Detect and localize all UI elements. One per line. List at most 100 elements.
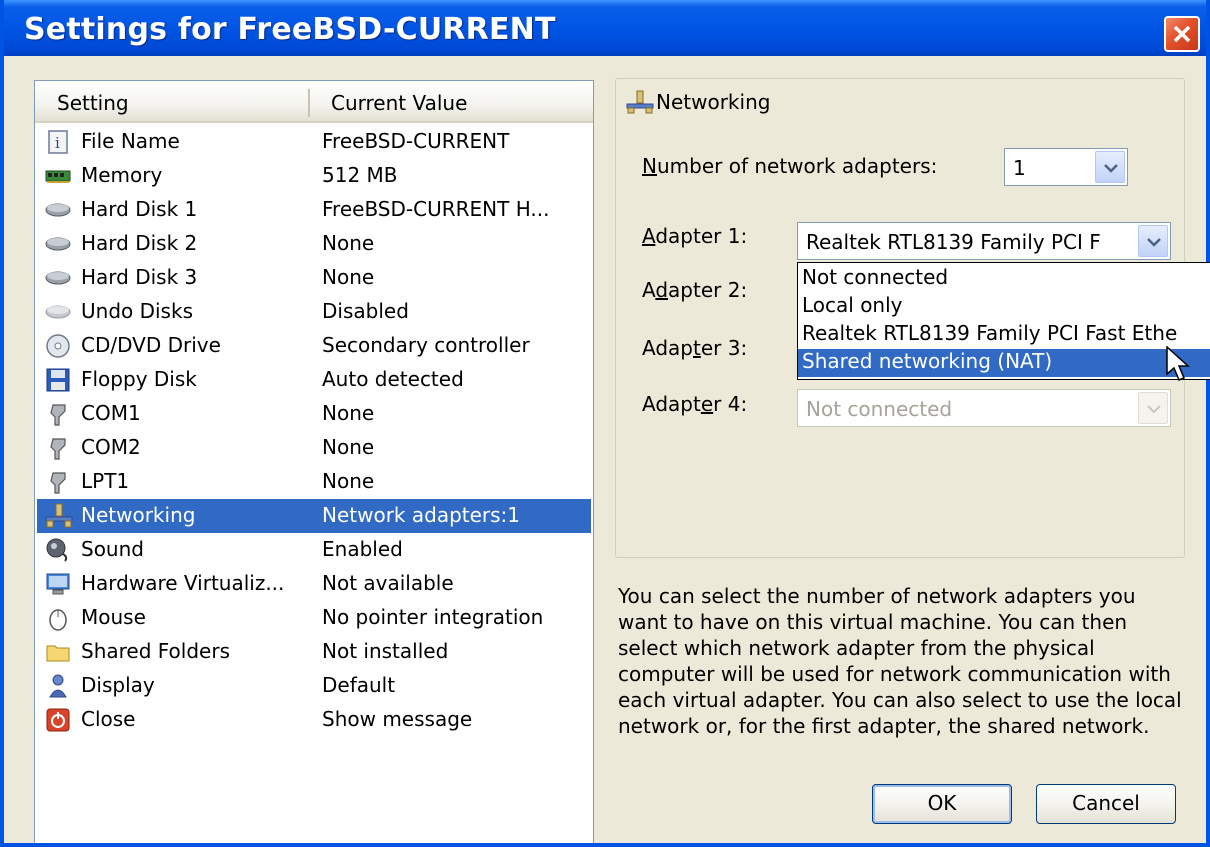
setting-value: Show message	[322, 707, 473, 731]
list-row-shared-folders[interactable]: Shared Folders Not installed	[37, 635, 591, 669]
list-row-hardware-virtualiz[interactable]: Hardware Virtualiz... Not available	[37, 567, 591, 601]
adapter-1-value: Realtek RTL8139 Family PCI F	[806, 230, 1101, 254]
setting-name: Memory	[81, 163, 163, 187]
list-row-com2[interactable]: COM2 None	[37, 431, 591, 465]
setting-name: Hard Disk 2	[81, 231, 198, 255]
number-of-adapters-label: Number of network adapters:	[642, 154, 938, 178]
adapter-1-label: Adapter 1:	[642, 224, 748, 248]
adapter-4-select[interactable]: Not connected	[797, 389, 1171, 427]
settings-list[interactable]: Setting Current Value i File Name FreeBSD-…	[34, 80, 594, 843]
lpt-port-icon	[45, 469, 71, 495]
close-button[interactable]	[1164, 16, 1200, 52]
setting-name: Close	[81, 707, 136, 731]
svg-text:i: i	[55, 134, 60, 152]
list-row-mouse[interactable]: Mouse No pointer integration	[37, 601, 591, 635]
list-row-com1[interactable]: COM1 None	[37, 397, 591, 431]
setting-value: Default	[322, 673, 396, 697]
file-info-icon: i	[45, 129, 71, 155]
adapter-2-label: Adapter 2:	[642, 278, 748, 302]
setting-value: Not installed	[322, 639, 449, 663]
undo-disk-icon	[45, 299, 71, 325]
setting-name: Undo Disks	[81, 299, 193, 323]
setting-name: Display	[81, 673, 155, 697]
close-x-icon	[1173, 25, 1191, 43]
list-row-floppy-disk[interactable]: Floppy Disk Auto detected	[37, 363, 591, 397]
setting-value: None	[322, 435, 375, 459]
list-row-memory[interactable]: Memory 512 MB	[37, 159, 591, 193]
adapter-1-dropdown-list[interactable]: Not connected Local only Realtek RTL8139…	[797, 262, 1210, 380]
setting-name: Mouse	[81, 605, 146, 629]
cd-dvd-icon	[45, 333, 71, 359]
adapter-1-select[interactable]: Realtek RTL8139 Family PCI F	[797, 222, 1171, 260]
list-header: Setting Current Value	[35, 81, 593, 123]
dropdown-option-local-only[interactable]: Local only	[798, 293, 1210, 321]
list-row-undo-disks[interactable]: Undo Disks Disabled	[37, 295, 591, 329]
setting-value: FreeBSD-CURRENT H...	[322, 197, 550, 221]
ok-button[interactable]: OK	[872, 784, 1012, 824]
adapter-4-label: Adapter 4:	[642, 392, 748, 416]
list-row-hard-disk-1[interactable]: Hard Disk 1 FreeBSD-CURRENT H...	[37, 193, 591, 227]
com-port-icon	[45, 435, 71, 461]
dropdown-arrow-icon[interactable]	[1095, 151, 1125, 183]
close-power-icon	[45, 707, 71, 733]
setting-name: CD/DVD Drive	[81, 333, 221, 357]
setting-name: Hard Disk 1	[81, 197, 198, 221]
setting-name: Networking	[81, 503, 196, 527]
column-header-setting[interactable]: Setting	[57, 91, 129, 115]
list-row-hard-disk-3[interactable]: Hard Disk 3 None	[37, 261, 591, 295]
list-row-networking[interactable]: Networking Network adapters:1	[37, 499, 591, 533]
list-row-sound[interactable]: Sound Enabled	[37, 533, 591, 567]
dropdown-option-not-connected[interactable]: Not connected	[798, 265, 1210, 293]
list-row-close[interactable]: Close Show message	[37, 703, 591, 737]
dropdown-arrow-icon[interactable]	[1138, 225, 1168, 257]
cancel-button[interactable]: Cancel	[1036, 784, 1176, 824]
hard-disk-icon	[45, 265, 71, 291]
list-row-file-name[interactable]: i File Name FreeBSD-CURRENT	[37, 125, 591, 159]
number-of-adapters-select[interactable]: 1	[1004, 148, 1128, 186]
adapter-4-value: Not connected	[806, 397, 953, 421]
floppy-icon	[45, 367, 71, 393]
setting-name: LPT1	[81, 469, 130, 493]
com-port-icon	[45, 401, 71, 427]
setting-name: COM2	[81, 435, 141, 459]
number-of-adapters-value: 1	[1013, 156, 1026, 180]
setting-value: None	[322, 231, 375, 255]
dropdown-arrow-icon[interactable]	[1138, 392, 1168, 424]
title-bar[interactable]: Settings for FreeBSD-CURRENT	[4, 0, 1206, 56]
mouse-cursor-icon	[1166, 346, 1190, 381]
setting-name: Shared Folders	[81, 639, 230, 663]
folder-icon	[45, 639, 71, 665]
setting-name: Floppy Disk	[81, 367, 197, 391]
setting-value: Not available	[322, 571, 454, 595]
list-row-display[interactable]: Display Default	[37, 669, 591, 703]
setting-name: Hardware Virtualiz...	[81, 571, 285, 595]
setting-value: Auto detected	[322, 367, 464, 391]
setting-value: Secondary controller	[322, 333, 530, 357]
mouse-icon	[45, 605, 71, 631]
column-header-current-value[interactable]: Current Value	[331, 91, 467, 115]
setting-value: None	[322, 265, 375, 289]
setting-value: 512 MB	[322, 163, 398, 187]
help-description: You can select the number of network ada…	[618, 584, 1182, 738]
setting-value: Network adapters:1	[322, 503, 521, 527]
column-separator[interactable]	[308, 89, 310, 117]
list-row-hard-disk-2[interactable]: Hard Disk 2 None	[37, 227, 591, 261]
setting-name: COM1	[81, 401, 141, 425]
group-title: Networking	[656, 90, 771, 114]
dropdown-option-shared-nat[interactable]: Shared networking (NAT)	[798, 349, 1210, 377]
hardware-virtualization-icon	[45, 571, 71, 597]
network-icon	[45, 503, 73, 529]
setting-value: None	[322, 401, 375, 425]
dropdown-option-realtek[interactable]: Realtek RTL8139 Family PCI Fast Ethe	[798, 321, 1210, 349]
memory-icon	[45, 163, 71, 189]
setting-name: Hard Disk 3	[81, 265, 198, 289]
setting-value: Enabled	[322, 537, 403, 561]
network-icon	[626, 90, 654, 114]
list-row-cd-dvd-drive[interactable]: CD/DVD Drive Secondary controller	[37, 329, 591, 363]
setting-value: Disabled	[322, 299, 409, 323]
setting-name: Sound	[81, 537, 144, 561]
hard-disk-icon	[45, 197, 71, 223]
list-row-lpt1[interactable]: LPT1 None	[37, 465, 591, 499]
setting-name: File Name	[81, 129, 180, 153]
window-title: Settings for FreeBSD-CURRENT	[24, 12, 556, 47]
